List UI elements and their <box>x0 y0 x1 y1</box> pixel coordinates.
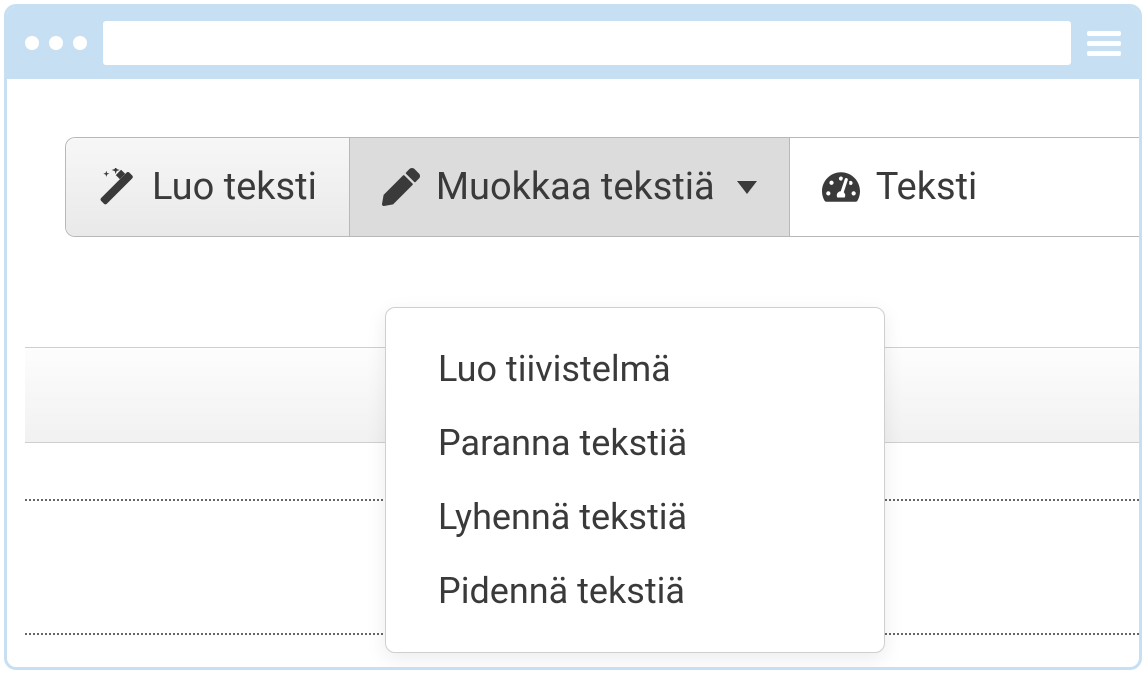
edit-text-button[interactable]: Muokkaa tekstiä <box>350 138 790 236</box>
content-area: Luo teksti Muokkaa tekstiä Teksti Luo ti… <box>7 79 1139 237</box>
url-bar[interactable] <box>103 21 1071 65</box>
window-dot <box>73 36 87 50</box>
window-controls[interactable] <box>25 36 87 50</box>
title-bar <box>7 7 1139 79</box>
create-text-label: Luo teksti <box>152 165 317 209</box>
text-gauge-label: Teksti <box>876 165 978 209</box>
dropdown-item-lengthen[interactable]: Pidennä tekstiä <box>386 554 884 628</box>
create-text-button[interactable]: Luo teksti <box>66 138 350 236</box>
window-dot <box>49 36 63 50</box>
edit-text-label: Muokkaa tekstiä <box>436 165 715 209</box>
window-dot <box>25 36 39 50</box>
toolbar: Luo teksti Muokkaa tekstiä Teksti <box>65 137 1139 237</box>
dropdown-item-improve[interactable]: Paranna tekstiä <box>386 406 884 480</box>
pencil-icon <box>382 168 420 206</box>
gauge-icon <box>822 168 860 206</box>
menu-icon[interactable] <box>1087 31 1121 56</box>
text-gauge-button[interactable]: Teksti <box>790 138 1010 236</box>
magic-wand-icon <box>98 168 136 206</box>
browser-window: Luo teksti Muokkaa tekstiä Teksti Luo ti… <box>4 4 1142 670</box>
edit-text-dropdown: Luo tiivistelmä Paranna tekstiä Lyhennä … <box>385 307 885 653</box>
chevron-down-icon <box>737 181 757 194</box>
dropdown-item-summary[interactable]: Luo tiivistelmä <box>386 332 884 406</box>
dropdown-item-shorten[interactable]: Lyhennä tekstiä <box>386 480 884 554</box>
